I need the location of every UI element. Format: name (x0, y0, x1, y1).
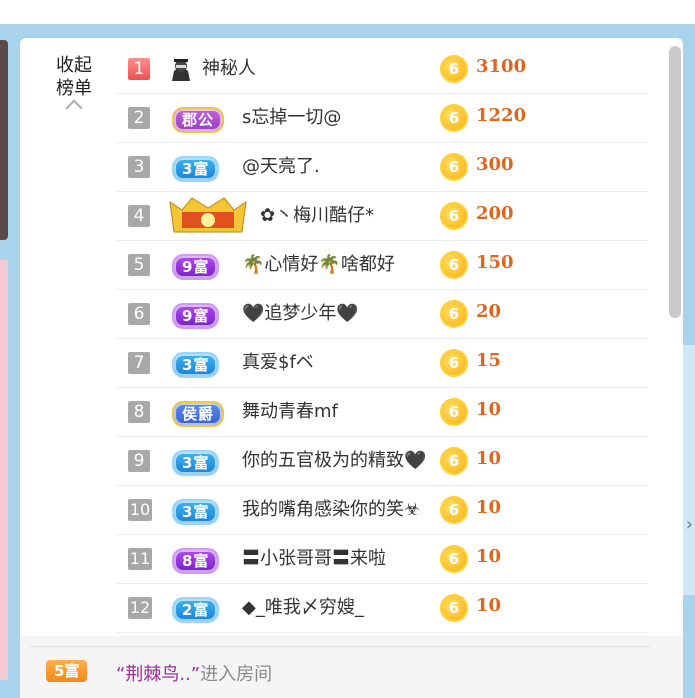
rank-number: 4 (128, 205, 150, 227)
rank-badge: 2富 (172, 597, 220, 623)
entry-user[interactable]: “荆棘鸟..” (116, 664, 200, 685)
rank-number: 1 (128, 58, 150, 80)
ninja-avatar-icon (172, 59, 190, 81)
entry-message: “荆棘鸟..”进入房间 (116, 660, 272, 686)
ranking-row[interactable]: 3 3富 @天亮了. 6 300 (116, 143, 648, 192)
top-bar (0, 0, 695, 24)
coin-icon: 6 (440, 398, 468, 426)
ranking-row[interactable]: 10 3富 我的嘴角感染你的笑☣ 6 10 (116, 486, 648, 535)
ranking-row[interactable]: 8 侯爵 舞动青春mf 6 10 (116, 388, 648, 437)
chevron-right-icon[interactable]: › (686, 514, 693, 535)
coin-icon: 6 (440, 349, 468, 377)
wealth-badge: 5富 (46, 660, 88, 682)
user-name[interactable]: @天亮了. (242, 156, 320, 178)
rank-badge: 3富 (172, 499, 220, 525)
rank-badge: 3富 (172, 156, 220, 182)
coin-icon: 6 (440, 55, 468, 83)
coin-icon: 6 (440, 545, 468, 573)
coin-icon: 6 (440, 300, 468, 328)
crown-icon (169, 197, 247, 233)
rank-number: 9 (128, 450, 150, 472)
rank-number: 12 (128, 597, 152, 619)
gift-amount: 300 (476, 154, 514, 175)
ranking-row[interactable]: 7 3富 真爱$fベ 6 15 (116, 339, 648, 388)
coin-icon: 6 (440, 496, 468, 524)
gift-amount: 3100 (476, 56, 527, 77)
rank-number: 11 (128, 548, 152, 570)
ranking-row[interactable]: 4 ✿丶梅川酷仔* 6 200 (116, 192, 648, 241)
ranking-row[interactable]: 9 3富 你的五官极为的精致🖤 6 10 (116, 437, 648, 486)
coin-icon: 6 (440, 153, 468, 181)
user-name[interactable]: ✿丶梅川酷仔* (260, 205, 374, 227)
ranking-row[interactable]: 5 9富 🌴心情好🌴啥都好 6 150 (116, 241, 648, 290)
rank-number: 10 (128, 499, 152, 521)
user-name[interactable]: 我的嘴角感染你的笑☣ (242, 499, 420, 521)
rank-badge: 8富 (172, 548, 220, 574)
rank-badge: 9富 (172, 254, 220, 280)
user-name[interactable]: 舞动青春mf (242, 401, 338, 423)
gift-amount: 10 (476, 546, 502, 567)
gift-amount: 150 (476, 252, 514, 273)
entry-action: 进入房间 (200, 664, 273, 685)
gift-amount: 10 (476, 399, 502, 420)
scrollbar[interactable] (669, 46, 681, 318)
user-name[interactable]: 神秘人 (202, 58, 256, 80)
collapse-ranking-button[interactable]: 收起榜单 (50, 54, 98, 117)
user-name[interactable]: 🌴心情好🌴啥都好 (242, 254, 395, 276)
rank-badge: 9富 (172, 303, 220, 329)
ranking-row[interactable]: 12 2富 ◆_唯我〆穷嫂_ 6 10 (116, 584, 648, 633)
user-name[interactable]: 真爱$fベ (242, 352, 314, 374)
rank-number: 6 (128, 303, 150, 325)
rank-number: 5 (128, 254, 150, 276)
rank-badge: 3富 (172, 450, 220, 476)
gift-amount: 20 (476, 301, 502, 322)
rank-number: 7 (128, 352, 150, 374)
user-name[interactable]: s忘掉一切@ (242, 107, 341, 129)
user-name[interactable]: 🖤追梦少年🖤 (242, 303, 359, 325)
divider (30, 646, 650, 647)
user-name[interactable]: ◆_唯我〆穷嫂_ (242, 597, 364, 619)
right-edge-panel (683, 345, 695, 595)
ranking-row[interactable]: 1 神秘人 6 3100 (116, 45, 648, 94)
rank-badge: 侯爵 (172, 401, 225, 427)
rank-badge: 郡公 (172, 107, 225, 133)
collapse-label: 收起榜单 (56, 55, 92, 99)
coin-icon: 6 (440, 447, 468, 475)
entry-notification: 5富 “荆棘鸟..”进入房间 (20, 636, 683, 698)
gift-ranking-panel: 收起榜单 1 神秘人 6 3100 2 郡公 s忘掉一切@ 6 1220 3 3富 @天亮了. 6 300… (20, 38, 683, 698)
gift-amount: 200 (476, 203, 514, 224)
left-decoration (0, 40, 8, 240)
ranking-row[interactable]: 11 8富 〓小张哥哥〓来啦 6 10 (116, 535, 648, 584)
rank-number: 3 (128, 156, 150, 178)
coin-icon: 6 (440, 104, 468, 132)
left-decoration-lower (0, 260, 8, 680)
gift-amount: 10 (476, 497, 502, 518)
rank-badge: 3富 (172, 352, 220, 378)
ranking-list: 1 神秘人 6 3100 2 郡公 s忘掉一切@ 6 1220 3 3富 @天亮了. 6 300 4 ✿丶梅川… (116, 45, 648, 633)
rank-number: 2 (128, 107, 150, 129)
coin-icon: 6 (440, 202, 468, 230)
gift-amount: 15 (476, 350, 502, 371)
ranking-row[interactable]: 6 9富 🖤追梦少年🖤 6 20 (116, 290, 648, 339)
ranking-row[interactable]: 2 郡公 s忘掉一切@ 6 1220 (116, 94, 648, 143)
gift-amount: 10 (476, 595, 502, 616)
coin-icon: 6 (440, 251, 468, 279)
gift-amount: 10 (476, 448, 502, 469)
user-name[interactable]: 〓小张哥哥〓来啦 (242, 548, 386, 570)
rank-number: 8 (128, 401, 150, 423)
chevron-up-icon (65, 99, 83, 117)
gift-amount: 1220 (476, 105, 527, 126)
user-name[interactable]: 你的五官极为的精致🖤 (242, 450, 426, 472)
coin-icon: 6 (440, 594, 468, 622)
